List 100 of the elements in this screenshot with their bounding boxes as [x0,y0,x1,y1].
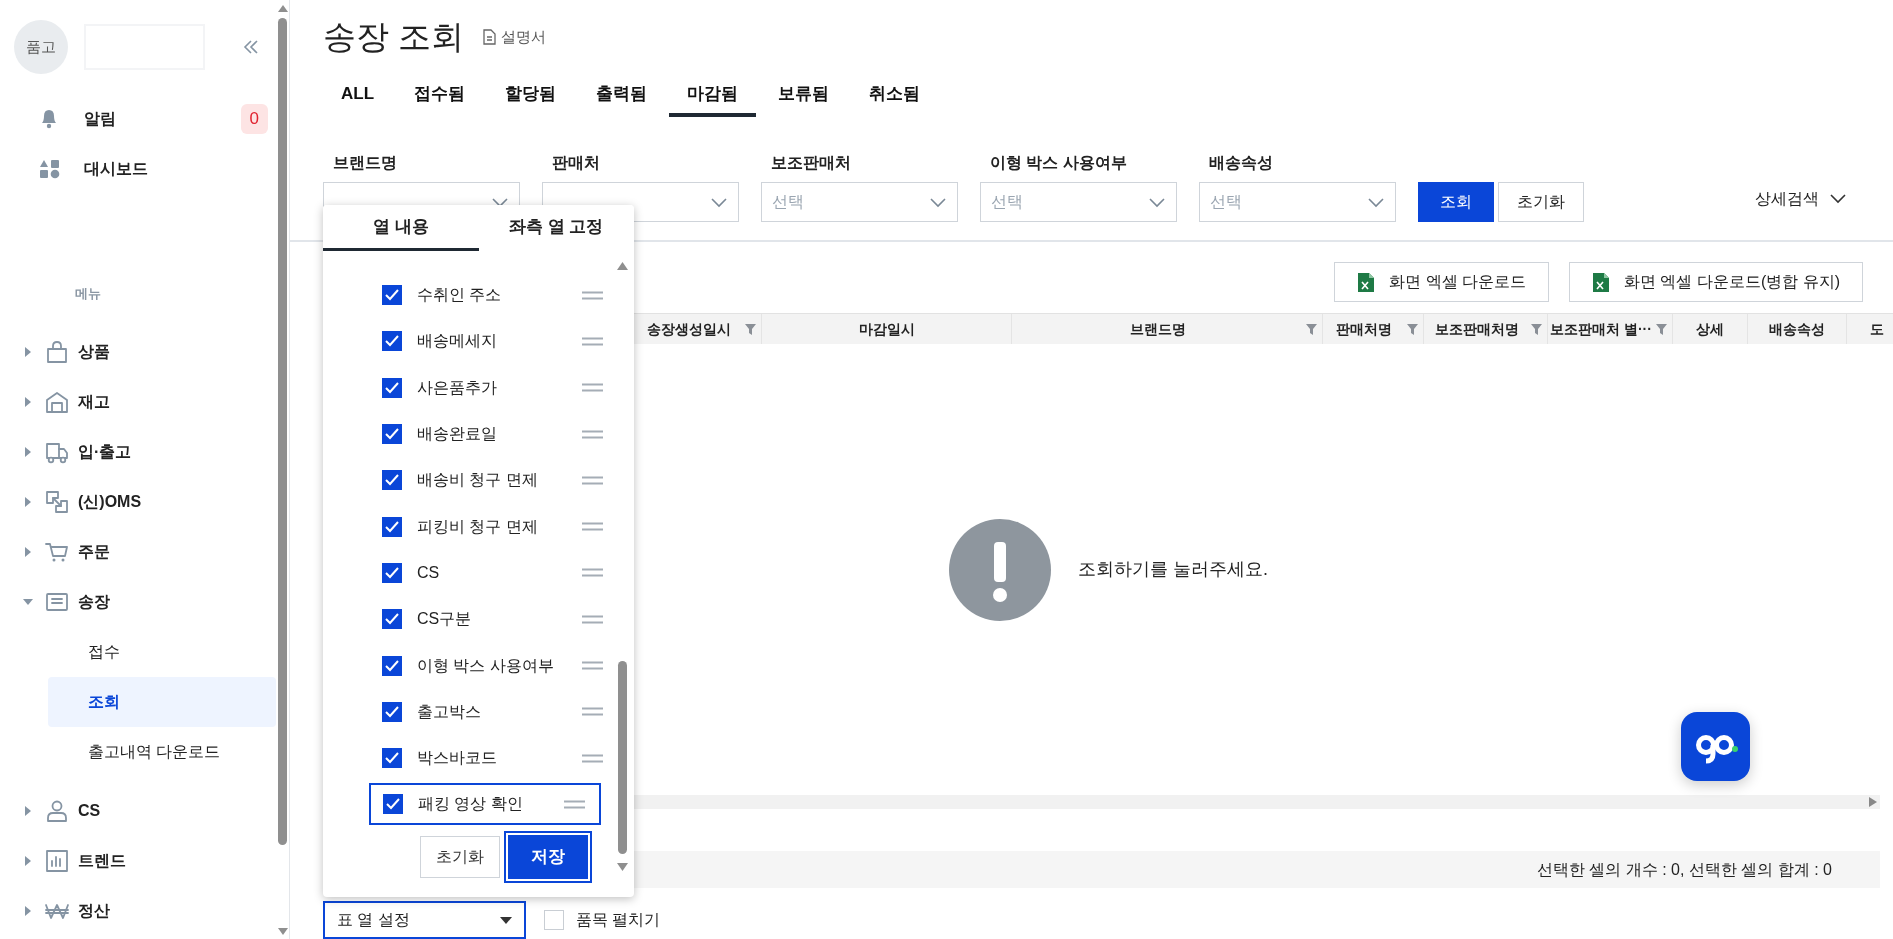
column-option[interactable]: 사은품추가 [323,364,617,411]
panel-tab[interactable]: 좌측 열 고정 [478,205,634,251]
drag-handle-icon[interactable] [582,429,603,439]
status-tab[interactable]: 보류됨 [760,74,848,117]
column-header[interactable]: 도 [1869,318,1884,340]
drag-handle-icon[interactable] [582,290,603,300]
drag-handle-icon[interactable] [582,568,603,578]
submenu-item[interactable]: 조회 [48,677,276,727]
filter-label: 브랜드명 [332,153,398,173]
filter-icon[interactable] [1530,323,1543,336]
column-header[interactable]: 송장생성일시 [646,318,731,340]
column-header[interactable]: 배송속성 [1769,318,1825,340]
filter-icon[interactable] [1655,323,1668,336]
column-option[interactable]: 출고박스 [323,688,617,735]
checkbox[interactable] [382,609,402,630]
scroll-thumb[interactable] [618,661,627,854]
checkbox[interactable] [383,794,403,815]
column-header[interactable]: 보조판매처명 [1434,318,1519,340]
submenu-item[interactable]: 접수 [48,627,276,677]
column-header[interactable]: 보조판매처 별··· [1550,318,1652,340]
menu-item[interactable]: CS [0,786,276,836]
menu-item[interactable]: 정산 [0,886,276,936]
column-option[interactable]: 피킹비 청구 면제 [323,503,617,550]
reset-button[interactable]: 초기화 [420,836,500,878]
drag-handle-icon[interactable] [582,707,603,717]
checkbox[interactable] [382,562,402,583]
drag-handle-icon[interactable] [582,336,603,346]
column-option[interactable]: 배송완료일 [323,410,617,458]
menu-item[interactable]: 상품 [0,327,276,377]
scroll-down-icon[interactable] [617,863,628,872]
drag-handle-icon[interactable] [582,383,603,393]
column-option[interactable]: 패킹 영상 확인 [369,783,601,826]
column-name: CS구분 [417,609,472,630]
column-name: 배송완료일 [417,424,497,445]
drag-handle-icon[interactable] [582,753,603,763]
checkbox[interactable] [382,331,402,352]
column-option[interactable]: CS구분 [323,596,617,643]
scroll-down-icon[interactable] [277,927,289,937]
menu-item[interactable]: 트렌드 [0,836,276,886]
checkbox[interactable] [382,377,402,398]
sidebar-item[interactable]: 대시보드 [0,144,276,194]
chat-button[interactable] [1681,712,1750,781]
sidebar-item[interactable]: 알림 0 [0,94,276,144]
checkbox[interactable] [382,285,402,306]
drag-handle-icon[interactable] [582,522,603,532]
horizontal-scrollbar[interactable] [634,795,1880,809]
spreadsheet-icon [1592,271,1610,293]
column-option[interactable]: CS [323,549,617,597]
checkbox[interactable] [382,701,402,722]
filter-icon[interactable] [744,323,757,336]
column-option[interactable]: 박스바코드 [323,734,617,782]
menu-item[interactable]: 송장 [0,577,276,627]
status-tab[interactable]: 접수됨 [396,74,484,117]
column-header[interactable]: 브랜드명 [1130,318,1186,340]
menu-item[interactable]: (신)OMS [0,477,276,527]
scroll-up-icon[interactable] [277,3,289,13]
column-header[interactable]: 상세 [1696,318,1724,340]
column-option[interactable]: 이형 박스 사용여부 [323,642,617,689]
scroll-up-icon[interactable] [617,261,628,270]
status-tab[interactable]: 출력됨 [578,74,666,117]
checkbox[interactable] [382,516,402,537]
drag-handle-icon[interactable] [582,661,603,670]
status-tab[interactable]: ALL [323,74,393,117]
reset-button[interactable]: 초기화 [1498,182,1584,222]
chevron-down-icon [929,196,947,208]
panel-tab[interactable]: 열 내용 [323,205,479,251]
filter-icon[interactable] [1305,323,1318,336]
column-option[interactable]: 수취인 주소 [323,272,617,319]
checkbox[interactable] [382,424,402,445]
user-icon [44,798,70,824]
status-tab[interactable]: 마감됨 [669,74,757,117]
status-tab[interactable]: 취소됨 [851,74,939,117]
column-option[interactable]: 배송비 청구 면제 [323,457,617,504]
checkbox[interactable] [382,470,402,491]
filter-icon[interactable] [1406,323,1419,336]
column-name: CS [417,562,440,583]
checkbox[interactable] [382,655,402,676]
checkbox[interactable] [382,748,402,769]
drag-handle-icon[interactable] [564,799,585,809]
excel-download-button[interactable]: 화면 엑셀 다운로드(병합 유지) [1569,262,1863,302]
search-button[interactable]: 조회 [1418,182,1494,222]
scroll-right-icon[interactable] [1868,796,1878,808]
drag-handle-icon[interactable] [582,475,603,485]
advanced-search-toggle[interactable]: 상세검색 [1749,185,1853,212]
menu-item[interactable]: 입·출고 [0,427,276,477]
save-button[interactable]: 저장 [506,833,590,881]
scrollbar[interactable] [276,0,290,939]
excel-download-button[interactable]: 화면 엑셀 다운로드 [1334,262,1549,302]
menu-item[interactable]: 주문 [0,527,276,577]
manual-link[interactable]: 설명서 [482,25,547,49]
chevron-down-icon [1367,196,1385,208]
menu-item[interactable]: 재고 [0,377,276,427]
spreadsheet-icon [1357,271,1376,293]
drag-handle-icon[interactable] [582,614,603,624]
submenu-item[interactable]: 출고내역 다운로드 [48,727,276,777]
column-header[interactable]: 마감일시 [858,318,915,340]
status-tab[interactable]: 할당됨 [487,74,575,117]
column-option[interactable]: 배송메세지 [323,318,617,365]
column-settings-dropdown[interactable]: 표 열 설정 [323,901,526,939]
column-header[interactable]: 판매처명 [1336,318,1392,340]
